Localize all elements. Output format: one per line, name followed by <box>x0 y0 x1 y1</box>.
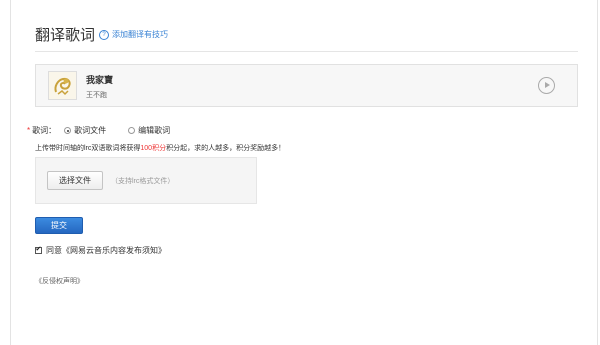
radio-lyric-file[interactable] <box>64 127 72 134</box>
required-marker: * <box>27 126 31 135</box>
song-name: 我家寶 <box>86 75 114 85</box>
submit-button[interactable]: 提交 <box>35 217 83 234</box>
agree-row: 同意《网易云音乐内容发布须知》 <box>35 245 166 256</box>
radio-edit-lyric[interactable] <box>128 127 136 134</box>
artist-name: 王不跑 <box>86 92 107 99</box>
agree-checkbox[interactable] <box>35 245 42 254</box>
lyric-option-row: * 歌词： 歌词文件 编辑歌词 <box>27 125 170 136</box>
play-circle-icon[interactable] <box>538 77 555 94</box>
radio-lyric-file-label[interactable]: 歌词文件 <box>74 125 106 136</box>
question-icon: ? <box>99 29 109 40</box>
choose-file-button[interactable]: 选择文件 <box>47 171 103 190</box>
radio-edit-lyric-label[interactable]: 编辑歌词 <box>138 125 170 136</box>
feedback-link[interactable]: 《反侵权声明》 <box>35 276 84 286</box>
upload-hint: 上传带时间轴的lrc双语歌词将获得100积分积分起，求的人越多，积分奖励越多！ <box>35 143 285 153</box>
hint-prefix: 上传带时间轴的lrc双语歌词将获得 <box>35 145 141 152</box>
hint-points: 100积分 <box>140 145 167 152</box>
title-divider <box>35 51 578 52</box>
tips-link-label: 添加翻译有技巧 <box>112 30 168 39</box>
file-format-note: （支持lrc格式文件） <box>111 178 175 185</box>
agree-text[interactable]: 同意《网易云音乐内容发布须知》 <box>46 245 166 256</box>
page-title: 翻译歌词 <box>35 27 96 44</box>
song-card: 我家寶 王不跑 <box>35 64 578 107</box>
dragon-cover-icon <box>48 71 77 100</box>
lyric-option-label: 歌词： <box>32 126 57 135</box>
hint-suffix: 积分起，求的人越多，积分奖励越多！ <box>166 145 286 152</box>
upload-panel: 选择文件 （支持lrc格式文件） <box>35 157 257 204</box>
tips-link[interactable]: ? 添加翻译有技巧 <box>99 29 168 40</box>
